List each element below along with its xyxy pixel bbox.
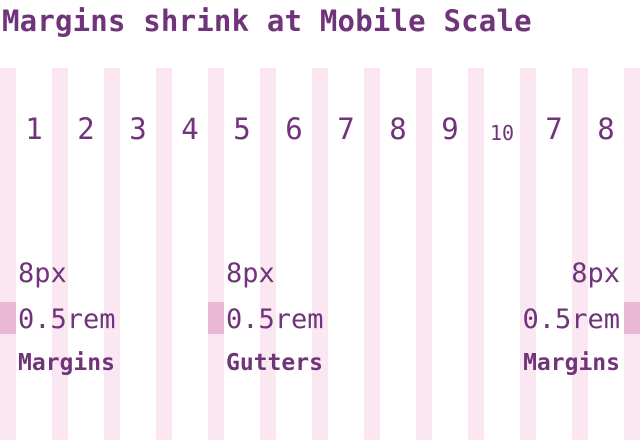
- column-number: 7: [545, 112, 563, 146]
- left-margin-rem: 0.5rem: [18, 304, 116, 335]
- gutter-rem: 0.5rem: [226, 304, 324, 335]
- column-number: 8: [389, 112, 407, 146]
- left-margin-label: Margins: [18, 350, 115, 376]
- right-margin-marker: [624, 302, 640, 334]
- column-number: 7: [337, 112, 355, 146]
- column-number: 8: [597, 112, 615, 146]
- page-title: Margins shrink at Mobile Scale: [2, 4, 532, 38]
- column-number: 10: [489, 121, 515, 145]
- left-margin-marker: [0, 302, 16, 334]
- right-margin-rem: 0.5rem: [522, 304, 620, 335]
- column-number: 4: [181, 112, 199, 146]
- right-margin-label: Margins: [523, 350, 620, 376]
- column-number: 2: [77, 112, 95, 146]
- column-number: 9: [441, 112, 459, 146]
- gutter-label: Gutters: [226, 350, 323, 376]
- column-number: 3: [129, 112, 147, 146]
- gutter-px: 8px: [226, 258, 275, 289]
- column-number: 5: [233, 112, 251, 146]
- left-margin-px: 8px: [18, 258, 67, 289]
- column-number: 6: [285, 112, 303, 146]
- gutter-marker: [208, 302, 224, 334]
- column-number: 1: [25, 112, 43, 146]
- grid-stripe: [624, 68, 640, 440]
- right-margin-px: 8px: [571, 258, 620, 289]
